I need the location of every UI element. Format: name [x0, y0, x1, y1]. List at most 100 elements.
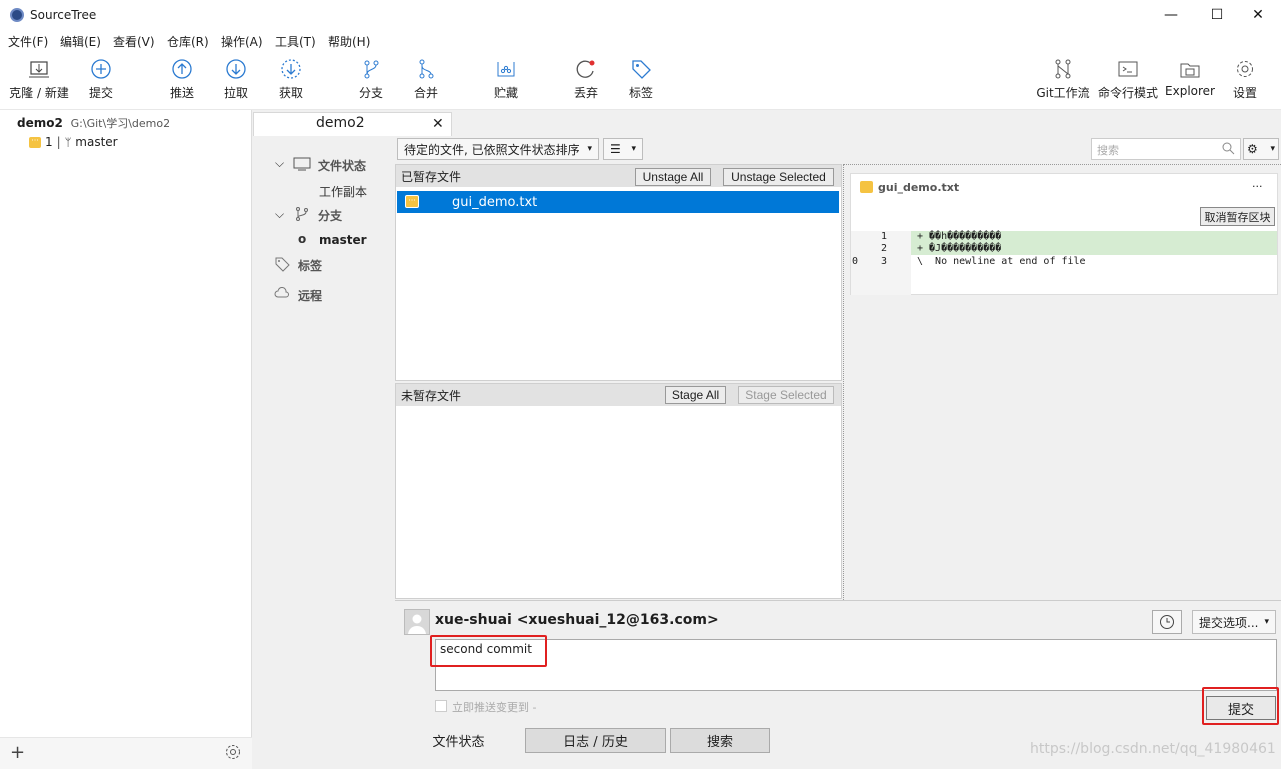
settings-button[interactable]: 设置 [1228, 58, 1262, 101]
branch-button[interactable]: 分支 [354, 58, 388, 101]
clock-icon [1160, 615, 1174, 629]
close-window-button[interactable]: ✕ [1235, 0, 1281, 30]
gitflow-label: Git工作流 [1036, 86, 1090, 100]
fetch-icon [281, 59, 301, 79]
nav-tags[interactable]: 标签 [298, 257, 322, 274]
repo-status: ··· 1 | ᛘ master [29, 135, 118, 149]
expand-chevron-icon[interactable]: ⌵ [275, 156, 284, 171]
new-line-number: 1 [881, 231, 888, 242]
settings-label: 设置 [1232, 86, 1257, 100]
toolbar: 克隆 / 新建 提交 推送 拉取 获取 分支 合并 贮藏 丢弃 标签 Git工作… [0, 52, 1281, 110]
add-repo-icon[interactable]: + [10, 742, 25, 763]
repo-tab[interactable]: demo2 ✕ [253, 112, 452, 136]
pending-changes-icon: ··· [29, 136, 41, 148]
tag-button[interactable]: 标签 [624, 58, 658, 101]
tag-label: 标签 [628, 86, 653, 100]
terminal-label: 命令行模式 [1097, 86, 1158, 100]
commit-plus-icon [91, 59, 111, 79]
menu-actions[interactable]: 操作(A) [221, 33, 263, 50]
stash-button[interactable]: 贮藏 [489, 58, 523, 101]
commit-options-dropdown[interactable]: 提交选项... ▾ [1192, 610, 1276, 634]
unstage-selected-button[interactable]: Unstage Selected [723, 168, 834, 186]
stage-selected-button[interactable]: Stage Selected [738, 386, 834, 404]
diff-line-text: \ No newline at end of file [917, 256, 1086, 267]
push-now-checkbox[interactable] [435, 700, 447, 712]
repo-navigation: ⌵ 文件状态 工作副本 ⌵ 分支 o master 标签 远程 [253, 136, 395, 769]
menu-file[interactable]: 文件(F) [8, 33, 48, 50]
staged-file-row[interactable]: ··· gui_demo.txt [397, 191, 839, 213]
fetch-button[interactable]: 获取 [274, 58, 308, 101]
gear-icon [1237, 61, 1253, 77]
tab-search[interactable]: 搜索 [670, 728, 770, 753]
unstage-all-button[interactable]: Unstage All [635, 168, 711, 186]
avatar [404, 609, 430, 635]
clone-button[interactable]: 克隆 / 新建 [6, 58, 72, 101]
gitflow-button[interactable]: Git工作流 [1035, 58, 1091, 101]
gear-icon: ⚙ [1247, 142, 1258, 156]
push-label: 推送 [169, 86, 194, 100]
diff-line-text: + ��h��������� [917, 231, 1002, 242]
branch-icon [364, 60, 379, 79]
nav-remotes[interactable]: 远程 [298, 287, 322, 304]
minimize-button[interactable]: — [1148, 0, 1194, 30]
nav-working-copy[interactable]: 工作副本 [319, 183, 367, 200]
pending-count: 1 [45, 135, 53, 149]
folder-icon [1180, 63, 1200, 78]
view-mode-dropdown[interactable]: ☰ ▾ [603, 138, 643, 160]
explorer-label: Explorer [1165, 84, 1215, 98]
commit-submit-button[interactable]: 提交 [1206, 696, 1276, 720]
menu-repository[interactable]: 仓库(R) [167, 33, 209, 50]
separator: | [56, 135, 61, 149]
staged-title: 已暂存文件 [401, 169, 462, 184]
unstaged-pane [395, 383, 842, 599]
repo-entry[interactable]: demo2 G:\Git\学习\demo2 [17, 115, 170, 131]
close-tab-icon[interactable]: ✕ [432, 116, 444, 132]
commit-author: xue-shuai <xueshuai_12@163.com> [435, 612, 719, 628]
diff-file-name: gui_demo.txt [878, 181, 960, 194]
menu-edit[interactable]: 编辑(E) [60, 33, 101, 50]
terminal-button[interactable]: 命令行模式 [1096, 58, 1160, 101]
menu-view[interactable]: 查看(V) [113, 33, 155, 50]
stage-all-button[interactable]: Stage All [665, 386, 726, 404]
chevron-down-icon: ▾ [1270, 144, 1275, 154]
push-button[interactable]: 推送 [165, 58, 199, 101]
search-placeholder: 搜索 [1097, 144, 1119, 157]
fetch-label: 获取 [278, 86, 303, 100]
options-gear-dropdown[interactable]: ⚙ ▾ [1243, 138, 1279, 160]
tab-log-history[interactable]: 日志 / 历史 [525, 728, 666, 753]
watermark: https://blog.csdn.net/qq_41980461 [1030, 741, 1276, 757]
chevron-down-icon: ▾ [631, 144, 636, 154]
explorer-button[interactable]: Explorer [1163, 58, 1217, 98]
menu-help[interactable]: 帮助(H) [328, 33, 370, 50]
app-window: { "window": {"title": "SourceTree", "min… [0, 0, 1281, 769]
nav-branches[interactable]: 分支 [318, 207, 342, 224]
maximize-button[interactable]: ☐ [1194, 0, 1240, 30]
discard-button[interactable]: 丢弃 [569, 58, 603, 101]
pull-arrow-down-icon [226, 59, 246, 79]
sidebar-settings-gear-icon[interactable] [224, 743, 242, 764]
menu-tools[interactable]: 工具(T) [275, 33, 316, 50]
merge-button[interactable]: 合并 [409, 58, 443, 101]
expand-chevron-icon[interactable]: ⌵ [275, 207, 284, 222]
pull-button[interactable]: 拉取 [219, 58, 253, 101]
commit-message-input[interactable] [435, 639, 1277, 691]
modified-file-icon [860, 181, 873, 193]
history-clock-button[interactable] [1152, 610, 1182, 634]
diff-more-icon[interactable]: ··· [1252, 180, 1263, 193]
tag-icon [632, 60, 651, 79]
sort-dropdown-value: 待定的文件, 已依照文件状态排序 [404, 142, 580, 157]
unstaged-title: 未暂存文件 [401, 388, 462, 403]
discard-icon [576, 60, 595, 78]
new-line-number: 3 [881, 256, 888, 267]
unstage-hunk-button[interactable]: 取消暂存区块 [1200, 207, 1275, 226]
nav-branch-master[interactable]: master [319, 233, 367, 247]
nav-file-status[interactable]: 文件状态 [318, 157, 366, 174]
stash-icon [497, 62, 515, 77]
current-branch-marker-icon: o [298, 232, 307, 246]
search-input[interactable]: 搜索 [1091, 138, 1241, 160]
clone-label: 克隆 / 新建 [9, 86, 69, 100]
commit-toolbar-button[interactable]: 提交 [84, 58, 118, 101]
sort-dropdown[interactable]: 待定的文件, 已依照文件状态排序 ▾ [397, 138, 599, 160]
tab-file-status[interactable]: 文件状态 [395, 728, 522, 753]
sourcetree-logo-icon [10, 8, 24, 22]
